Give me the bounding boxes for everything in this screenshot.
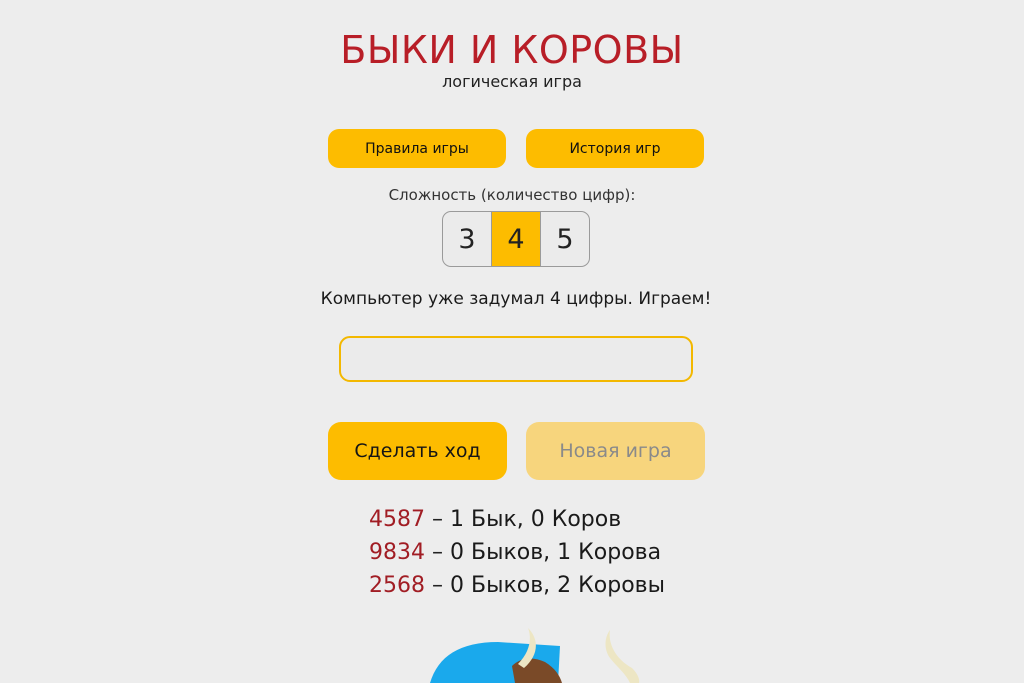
page-subtitle: логическая игра (442, 72, 582, 91)
move-guess: 4587 (369, 507, 425, 532)
page-title: БЫКИ И КОРОВЫ (340, 28, 684, 72)
move-separator: – (432, 507, 443, 532)
move-row: 4587 – 1 Бык, 0 Коров (369, 503, 665, 536)
status-message: Компьютер уже задумал 4 цифры. Играем! (320, 289, 712, 309)
rules-button[interactable]: Правила игры (328, 129, 506, 168)
difficulty-option-3[interactable]: 3 (443, 212, 491, 266)
move-row: 2568 – 0 Быков, 2 Коровы (369, 569, 665, 602)
moves-history: 4587 – 1 Бык, 0 Коров 9834 – 0 Быков, 1 … (369, 503, 665, 602)
move-result: 0 Быков, 1 Корова (450, 540, 662, 565)
difficulty-option-4[interactable]: 4 (491, 212, 540, 266)
new-game-button[interactable]: Новая игра (526, 422, 705, 480)
move-row: 9834 – 0 Быков, 1 Корова (369, 536, 665, 569)
difficulty-option-5[interactable]: 5 (540, 212, 589, 266)
move-result: 1 Бык, 0 Коров (450, 507, 622, 532)
guess-input[interactable] (339, 336, 693, 382)
difficulty-selector: 3 4 5 (442, 211, 590, 267)
move-result: 0 Быков, 2 Коровы (450, 573, 665, 598)
make-move-button[interactable]: Сделать ход (328, 422, 507, 480)
move-separator: – (432, 573, 443, 598)
move-guess: 9834 (369, 540, 425, 565)
move-guess: 2568 (369, 573, 425, 598)
bull-right-horn (605, 630, 640, 683)
move-separator: – (432, 540, 443, 565)
bull-mascot-icon (430, 628, 640, 683)
difficulty-label: Сложность (количество цифр): (388, 186, 636, 204)
history-button[interactable]: История игр (526, 129, 704, 168)
